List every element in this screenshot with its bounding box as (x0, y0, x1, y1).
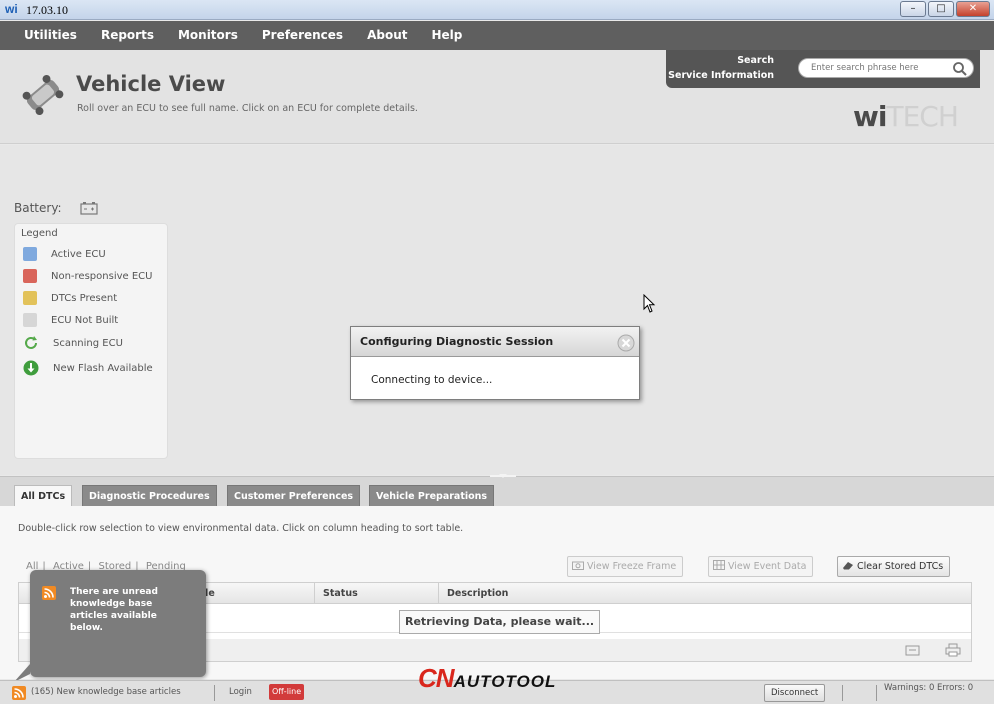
configuring-session-dialog: Configuring Diagnostic Session Connectin… (350, 326, 640, 400)
tab-vehicle-preparations[interactable]: Vehicle Preparations (369, 485, 495, 506)
tab-diagnostic-procedures[interactable]: Diagnostic Procedures (82, 485, 217, 506)
tab-bar: All DTCs Diagnostic Procedures Customer … (0, 474, 994, 507)
grid-icon (713, 560, 725, 570)
menu-preferences[interactable]: Preferences (262, 28, 343, 42)
legend-active-ecu: Active ECU (23, 246, 106, 262)
active-ecu-swatch (23, 247, 37, 261)
tab-all-dtcs[interactable]: All DTCs (14, 485, 73, 507)
page-header: Vehicle View Roll over an ECU to see ful… (0, 50, 994, 144)
non-responsive-ecu-swatch (23, 269, 37, 283)
legend-ecu-not-built: ECU Not Built (23, 312, 118, 328)
retrieving-data-message: Retrieving Data, please wait... (399, 610, 601, 634)
dialog-message: Connecting to device... (371, 374, 493, 386)
offline-status-badge: Off-line (269, 684, 305, 700)
legend-non-responsive-ecu: Non-responsive ECU (23, 268, 152, 284)
vehicle-icon (22, 74, 64, 116)
eraser-icon (843, 562, 853, 570)
legend-title: Legend (21, 228, 58, 239)
page-title: Vehicle View (76, 72, 226, 96)
dialog-title: Configuring Diagnostic Session (360, 335, 554, 348)
legend-scanning-ecu: Scanning ECU (23, 335, 123, 351)
window-controls: – □ ✕ (900, 1, 990, 17)
cnautotool-watermark: CNAUTOTOOL (418, 663, 557, 693)
menu-help[interactable]: Help (431, 28, 462, 42)
page-subtitle: Roll over an ECU to see full name. Click… (77, 103, 418, 114)
minimize-button[interactable]: – (900, 1, 926, 17)
mouse-cursor-icon (643, 294, 656, 313)
view-event-data-button[interactable]: View Event Data (708, 556, 814, 577)
ecu-not-built-swatch (23, 313, 37, 327)
search-label: Search Service Information (668, 55, 774, 81)
maximize-button[interactable]: □ (928, 1, 954, 17)
search-panel: Search Service Information (666, 50, 980, 88)
knowledge-base-popup[interactable]: There are unread knowledge base articles… (30, 570, 206, 677)
rss-icon[interactable] (12, 686, 26, 700)
legend-new-flash: New Flash Available (23, 360, 153, 376)
witech-logo: wiTECH (853, 100, 959, 133)
camera-icon (572, 561, 584, 570)
close-icon[interactable] (617, 334, 635, 352)
warnings-errors-count: Warnings: 0 Errors: 0 (884, 683, 974, 693)
view-freeze-frame-button[interactable]: View Freeze Frame (567, 556, 684, 577)
menu-about[interactable]: About (367, 28, 407, 42)
menu-bar: Utilities Reports Monitors Preferences A… (0, 21, 994, 50)
disconnect-button[interactable]: Disconnect (764, 684, 826, 702)
menu-monitors[interactable]: Monitors (178, 28, 238, 42)
knowledge-base-message: There are unread knowledge base articles… (70, 587, 158, 633)
battery-label: Battery: (14, 201, 62, 215)
dialog-titlebar: Configuring Diagnostic Session (351, 327, 639, 357)
column-status[interactable]: Status (314, 583, 438, 604)
flash-download-icon (23, 360, 39, 376)
refresh-icon (25, 336, 37, 349)
rss-icon (42, 586, 56, 600)
legend-panel: Legend Active ECU Non-responsive ECU DTC… (14, 223, 168, 459)
tab-customer-preferences[interactable]: Customer Preferences (227, 485, 361, 506)
status-divider (214, 685, 215, 701)
print-icon[interactable] (945, 643, 961, 657)
column-description[interactable]: Description (438, 583, 971, 604)
splitter-handle-icon[interactable] (488, 472, 518, 480)
kb-articles-link[interactable]: (165) New knowledge base articles (31, 687, 181, 697)
menu-reports[interactable]: Reports (101, 28, 154, 42)
clear-stored-dtcs-button[interactable]: Clear Stored DTCs (837, 556, 951, 577)
export-icon[interactable] (905, 643, 921, 657)
dtc-instructions: Double-click row selection to view envir… (18, 523, 464, 534)
menu-utilities[interactable]: Utilities (24, 28, 77, 42)
login-link[interactable]: Login (229, 687, 252, 697)
vehicle-view-area: Battery: Legend Active ECU Non-responsiv… (0, 145, 994, 475)
legend-dtcs-present: DTCs Present (23, 290, 117, 306)
search-input[interactable] (798, 58, 974, 78)
battery-icon (80, 202, 98, 215)
window-title: 17.03.10 (26, 3, 68, 17)
search-icon[interactable] (952, 61, 968, 77)
close-button[interactable]: ✕ (956, 1, 990, 17)
status-divider (842, 685, 843, 701)
dtcs-present-swatch (23, 291, 37, 305)
window-titlebar: wi 17.03.10 – □ ✕ (0, 0, 994, 20)
app-icon: wi (5, 2, 18, 16)
status-divider (876, 685, 877, 701)
